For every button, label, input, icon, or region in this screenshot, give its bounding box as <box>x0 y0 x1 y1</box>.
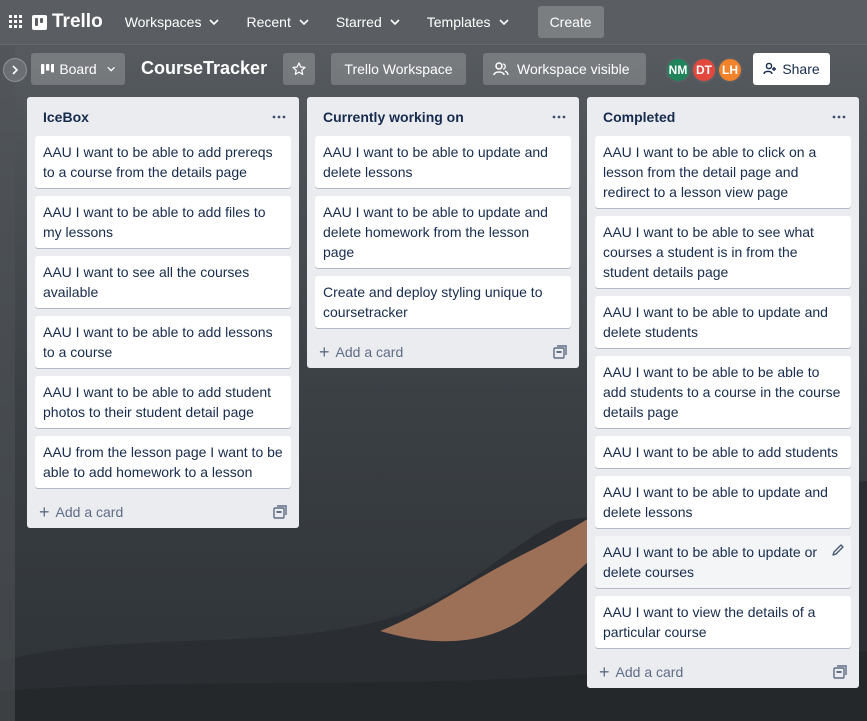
chevron-down-icon <box>209 19 220 26</box>
sidebar-collapsed <box>0 45 15 721</box>
list-title[interactable]: Completed <box>603 109 675 125</box>
list-menu-button[interactable] <box>547 105 571 129</box>
list-header: IceBox <box>35 97 291 136</box>
sidebar-expand-button[interactable] <box>3 58 27 82</box>
top-nav: Trello Workspaces Recent Starred Templat… <box>0 0 867 45</box>
add-person-icon <box>763 62 777 75</box>
list-title[interactable]: IceBox <box>43 109 89 125</box>
star-icon <box>292 62 306 75</box>
card[interactable]: AAU I want to be able to add students <box>595 436 851 468</box>
plus-icon: + <box>39 502 50 522</box>
board-view-label: Board <box>59 61 97 77</box>
workspace-button[interactable]: Trello Workspace <box>331 53 466 85</box>
nav-templates[interactable]: Templates <box>419 6 517 38</box>
card[interactable]: AAU I want to be able to click on a less… <box>595 136 851 208</box>
nav-starred-label: Starred <box>335 14 382 30</box>
card[interactable]: AAU I want to see all the courses availa… <box>35 256 291 308</box>
add-card-button[interactable]: + Add a card <box>39 503 123 521</box>
member-initials: LH <box>722 63 738 77</box>
card[interactable]: AAU I want to view the details of a part… <box>595 596 851 648</box>
more-icon <box>272 115 286 118</box>
nav-recent-label: Recent <box>246 14 291 30</box>
app-name: Trello <box>52 11 103 32</box>
board-header: Board CourseTracker Trello Workspace Wor… <box>0 45 867 93</box>
people-icon <box>493 62 509 76</box>
board-view-switcher[interactable]: Board <box>31 53 125 85</box>
chevron-right-icon <box>12 65 19 75</box>
chevron-down-icon <box>107 66 115 72</box>
nav-starred[interactable]: Starred <box>328 6 408 38</box>
card[interactable]: AAU I want to be able to add lessons to … <box>35 316 291 368</box>
plus-icon: + <box>319 342 330 362</box>
add-card-row: + Add a card <box>595 656 851 688</box>
create-from-template-icon[interactable] <box>553 345 567 359</box>
plus-icon: + <box>599 662 610 682</box>
list-title[interactable]: Currently working on <box>323 109 464 125</box>
list-currently-working-on: Currently working on AAU I want to be ab… <box>307 97 579 368</box>
card[interactable]: AAU I want to be able to add student pho… <box>35 376 291 428</box>
card[interactable]: Create and deploy styling unique to cour… <box>315 276 571 328</box>
app-switcher-icon[interactable] <box>0 0 32 45</box>
member-avatar[interactable]: NM <box>665 57 691 83</box>
create-button[interactable]: Create <box>537 6 604 38</box>
card[interactable]: AAU from the lesson page I want to be ab… <box>35 436 291 488</box>
chevron-down-icon <box>299 19 309 26</box>
add-card-label: Add a card <box>615 664 684 680</box>
nav-recent[interactable]: Recent <box>238 6 316 38</box>
add-card-button[interactable]: + Add a card <box>599 663 683 681</box>
board-view-icon <box>41 64 55 74</box>
visibility-label: Workspace visible <box>517 61 630 77</box>
card[interactable]: AAU I want to be able to be able to add … <box>595 356 851 428</box>
card[interactable]: AAU I want to be able to add files to my… <box>35 196 291 248</box>
add-card-row: + Add a card <box>315 336 571 368</box>
visibility-button[interactable]: Workspace visible <box>483 53 646 85</box>
card[interactable]: AAU I want to be able to add prereqs to … <box>35 136 291 188</box>
member-initials: DT <box>696 63 712 77</box>
list-menu-button[interactable] <box>827 105 851 129</box>
list-header: Currently working on <box>315 97 571 136</box>
list-completed: Completed AAU I want to be able to click… <box>587 97 859 688</box>
card[interactable]: AAU I want to be able to update and dele… <box>315 136 571 188</box>
nav-templates-label: Templates <box>426 14 491 30</box>
trello-logo[interactable]: Trello <box>32 11 103 33</box>
chevron-down-icon <box>498 19 509 26</box>
card[interactable]: AAU I want to be able to update and dele… <box>315 196 571 268</box>
list-header: Completed <box>595 97 851 136</box>
card[interactable]: AAU I want to be able to see what course… <box>595 216 851 288</box>
add-card-button[interactable]: + Add a card <box>319 343 403 361</box>
card-text: AAU I want to be able to update or delet… <box>603 544 818 580</box>
more-icon <box>552 115 566 118</box>
card[interactable]: AAU I want to be able to update and dele… <box>595 476 851 528</box>
edit-pencil-icon[interactable] <box>831 543 845 557</box>
card-hovered[interactable]: AAU I want to be able to update or delet… <box>595 536 851 588</box>
list-icebox: IceBox AAU I want to be able to add prer… <box>27 97 299 528</box>
more-icon <box>832 115 846 118</box>
list-menu-button[interactable] <box>267 105 291 129</box>
add-card-row: + Add a card <box>35 496 291 528</box>
board-title[interactable]: CourseTracker <box>141 58 267 79</box>
nav-workspaces[interactable]: Workspaces <box>117 6 228 38</box>
add-card-label: Add a card <box>335 344 404 360</box>
member-initials: NM <box>668 63 688 77</box>
card[interactable]: AAU I want to be able to update and dele… <box>595 296 851 348</box>
member-avatar[interactable]: DT <box>691 57 717 83</box>
share-button[interactable]: Share <box>753 53 830 85</box>
member-avatar[interactable]: LH <box>717 57 743 83</box>
create-from-template-icon[interactable] <box>273 505 287 519</box>
nav-workspaces-label: Workspaces <box>124 14 202 30</box>
star-board-button[interactable] <box>283 53 315 85</box>
add-card-label: Add a card <box>55 504 124 520</box>
trello-logo-icon <box>32 14 47 30</box>
create-from-template-icon[interactable] <box>833 665 847 679</box>
chevron-down-icon <box>390 19 400 26</box>
share-label: Share <box>782 61 820 77</box>
